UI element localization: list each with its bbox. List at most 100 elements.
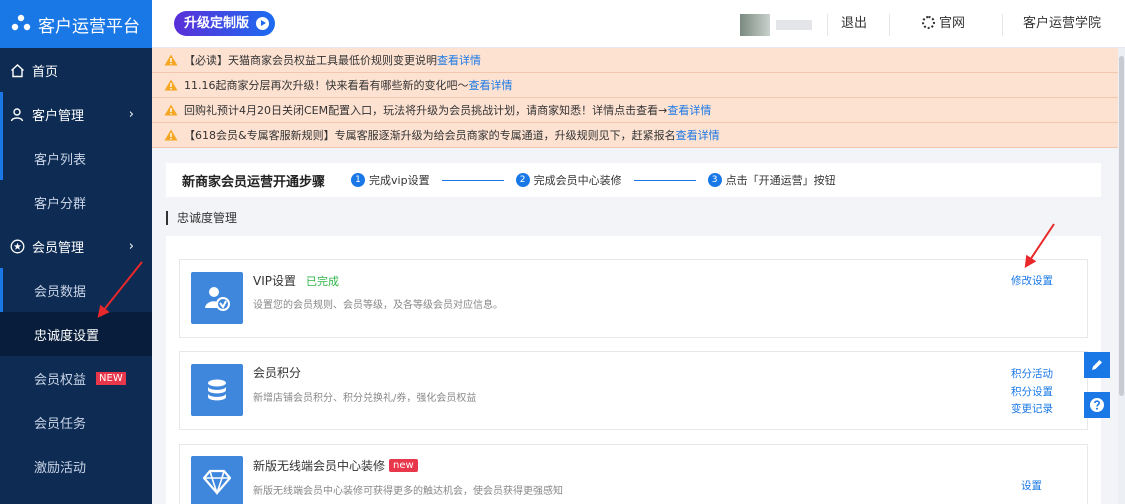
- status-badge: 已完成: [306, 274, 339, 288]
- sidebar-item-member-mgmt[interactable]: 会员管理 ›: [0, 224, 152, 268]
- official-site-label: 官网: [939, 16, 966, 31]
- notice-link[interactable]: 查看详情: [469, 77, 513, 93]
- site-icon: [922, 16, 935, 29]
- database-icon: [191, 364, 243, 416]
- card-desc: 新增店铺会员积分、积分兑换礼/券，强化会员权益: [253, 393, 477, 404]
- notice-text: 回购礼预计4月20日关闭CEM配置入口，玩法将升级为会员挑战计划，请商家知悉！详…: [184, 104, 668, 117]
- card-title-text: 新版无线端会员中心装修: [253, 459, 386, 473]
- divider: [1002, 14, 1003, 36]
- card-title: 新版无线端会员中心装修 new: [253, 457, 418, 474]
- warning-icon: [164, 129, 178, 141]
- upgrade-button[interactable]: 升级定制版: [174, 11, 276, 36]
- sidebar-item-member-rights[interactable]: 会员权益 NEW: [0, 356, 152, 400]
- logo-icon: [11, 14, 31, 31]
- warning-icon: [164, 104, 178, 116]
- notice-link[interactable]: 查看详情: [437, 52, 481, 68]
- member-center-decoration-card: 新版无线端会员中心装修 new 新版无线端会员中心装修可获得更多的触达机会，使会…: [179, 444, 1088, 504]
- sidebar-item-customer-group[interactable]: 客户分群: [0, 180, 152, 224]
- card-title: 会员积分: [253, 364, 301, 381]
- member-points-card: 会员积分 新增店铺会员积分、积分兑换礼/券，强化会员权益 积分活动 积分设置 变…: [179, 351, 1088, 430]
- sidebar-item-incentive[interactable]: 激励活动: [0, 444, 152, 488]
- divider: [889, 14, 890, 36]
- notice-text: 【618会员&专属客服新规则】专属客服逐渐升级为给会员商家的专属通道，升级规则见…: [184, 129, 676, 142]
- chevron-right-icon: ›: [128, 238, 134, 254]
- logout-link[interactable]: 退出: [841, 0, 867, 48]
- notice-text: 11.16起商家分层再次升级！快来看看有哪些新的变化吧～: [184, 79, 469, 92]
- card-title-text: 会员积分: [253, 366, 302, 380]
- sidebar-item-label: 客户列表: [34, 152, 87, 168]
- divider: [827, 14, 828, 36]
- upgrade-label: 升级定制版: [184, 16, 250, 31]
- modify-settings-link[interactable]: 修改设置: [1011, 273, 1053, 288]
- sidebar-item-member-tasks[interactable]: 会员任务: [0, 400, 152, 444]
- steps-title: 新商家会员运营开通步骤: [182, 174, 326, 190]
- step-number: 3: [707, 173, 722, 187]
- points-activity-link[interactable]: 积分活动: [1011, 366, 1053, 381]
- notice-link[interactable]: 查看详情: [667, 102, 711, 118]
- sidebar-item-label: 忠诚度设置: [34, 328, 100, 344]
- points-settings-link[interactable]: 积分设置: [1011, 384, 1053, 399]
- sidebar-item-customer-mgmt[interactable]: 客户管理 ›: [0, 92, 152, 136]
- notice-item: 11.16起商家分层再次升级！快来看看有哪些新的变化吧～ 查看详情: [152, 73, 1118, 98]
- academy-link[interactable]: 客户运营学院: [1023, 0, 1101, 48]
- sidebar-item-label: 会员权益: [34, 372, 87, 388]
- new-badge: new: [389, 459, 418, 472]
- sidebar-item-label: 会员数据: [34, 284, 87, 300]
- card-title: VIP设置 已完成: [253, 272, 339, 289]
- edit-float-button[interactable]: [1084, 352, 1110, 378]
- notice-link[interactable]: 查看详情: [676, 127, 720, 143]
- user-icon: [8, 105, 26, 123]
- warning-icon: [164, 54, 178, 66]
- step-number: 1: [351, 173, 366, 187]
- step-2: 2 完成会员中心装修: [515, 172, 622, 188]
- section-title: 忠诚度管理: [166, 211, 237, 225]
- app-title: 客户运营平台: [38, 16, 140, 37]
- step-connector: [633, 179, 696, 181]
- warning-icon: [164, 79, 178, 91]
- decoration-settings-link[interactable]: 设置: [1021, 478, 1042, 493]
- card-desc: 设置您的会员规则、会员等级，及各等级会员对应信息。: [253, 300, 503, 311]
- sidebar-item-member-data[interactable]: 会员数据: [0, 268, 152, 312]
- pencil-icon: [1092, 360, 1102, 370]
- help-float-button[interactable]: [1084, 392, 1110, 418]
- sidebar-item-label: 激励活动: [34, 460, 87, 476]
- step-3: 3 点击「开通运营」按钮: [707, 172, 836, 188]
- onboarding-steps: 新商家会员运营开通步骤 1 完成vip设置 2 完成会员中心装修 3 点击「开通运营」…: [166, 163, 1101, 197]
- avatar[interactable]: [740, 14, 770, 36]
- step-1: 1 完成vip设置: [351, 172, 430, 188]
- sidebar-item-label: 会员任务: [34, 416, 87, 432]
- sidebar-item-label: 会员管理: [32, 240, 85, 256]
- notice-list: 【必读】天猫商家会员权益工具最低价规则变更说明 查看详情 11.16起商家分层再次…: [152, 48, 1118, 148]
- scrollbar-thumb[interactable]: [1119, 56, 1124, 396]
- step-connector: [441, 179, 504, 181]
- notice-text: 【必读】天猫商家会员权益工具最低价规则变更说明: [184, 54, 437, 67]
- vip-user-icon: [191, 272, 243, 324]
- sidebar-item-customer-list[interactable]: 客户列表: [0, 136, 152, 180]
- vip-settings-card: VIP设置 已完成 设置您的会员规则、会员等级，及各等级会员对应信息。 修改设置: [179, 259, 1088, 338]
- home-icon: [8, 61, 26, 79]
- sidebar-item-home[interactable]: 首页: [0, 48, 152, 92]
- change-records-link[interactable]: 变更记录: [1011, 401, 1053, 416]
- app-logo[interactable]: 客户运营平台: [0, 0, 152, 48]
- sidebar-item-label: 客户管理: [32, 108, 85, 124]
- step-number: 2: [515, 173, 530, 187]
- sidebar: 客户运营平台 首页 客户管理 › 客户列表 客户分群 会员管理 › 会员数据 忠…: [0, 0, 152, 504]
- step-label: 完成vip设置: [369, 174, 430, 187]
- card-desc: 新版无线端会员中心装修可获得更多的触达机会，使会员获得更强感知: [253, 486, 563, 497]
- sidebar-item-loyalty-settings[interactable]: 忠诚度设置: [0, 312, 152, 356]
- star-circle-icon: [8, 237, 26, 255]
- play-icon: [256, 17, 270, 30]
- diamond-icon: [191, 456, 243, 504]
- notice-item: 回购礼预计4月20日关闭CEM配置入口，玩法将升级为会员挑战计划，请商家知悉！详…: [152, 98, 1118, 123]
- page-scrollbar[interactable]: [1118, 48, 1125, 504]
- top-header: 升级定制版 退出 官网 客户运营学院: [152, 0, 1125, 48]
- step-label: 完成会员中心装修: [533, 174, 622, 187]
- official-site-link[interactable]: 官网: [922, 0, 965, 48]
- chevron-right-icon: ›: [128, 106, 134, 122]
- notice-item: 【必读】天猫商家会员权益工具最低价规则变更说明 查看详情: [152, 48, 1118, 73]
- username-blurred: [776, 20, 812, 30]
- help-icon: [1090, 398, 1104, 412]
- step-label: 点击「开通运营」按钮: [725, 174, 836, 187]
- new-tag: NEW: [96, 371, 126, 385]
- sidebar-item-label: 首页: [32, 64, 59, 80]
